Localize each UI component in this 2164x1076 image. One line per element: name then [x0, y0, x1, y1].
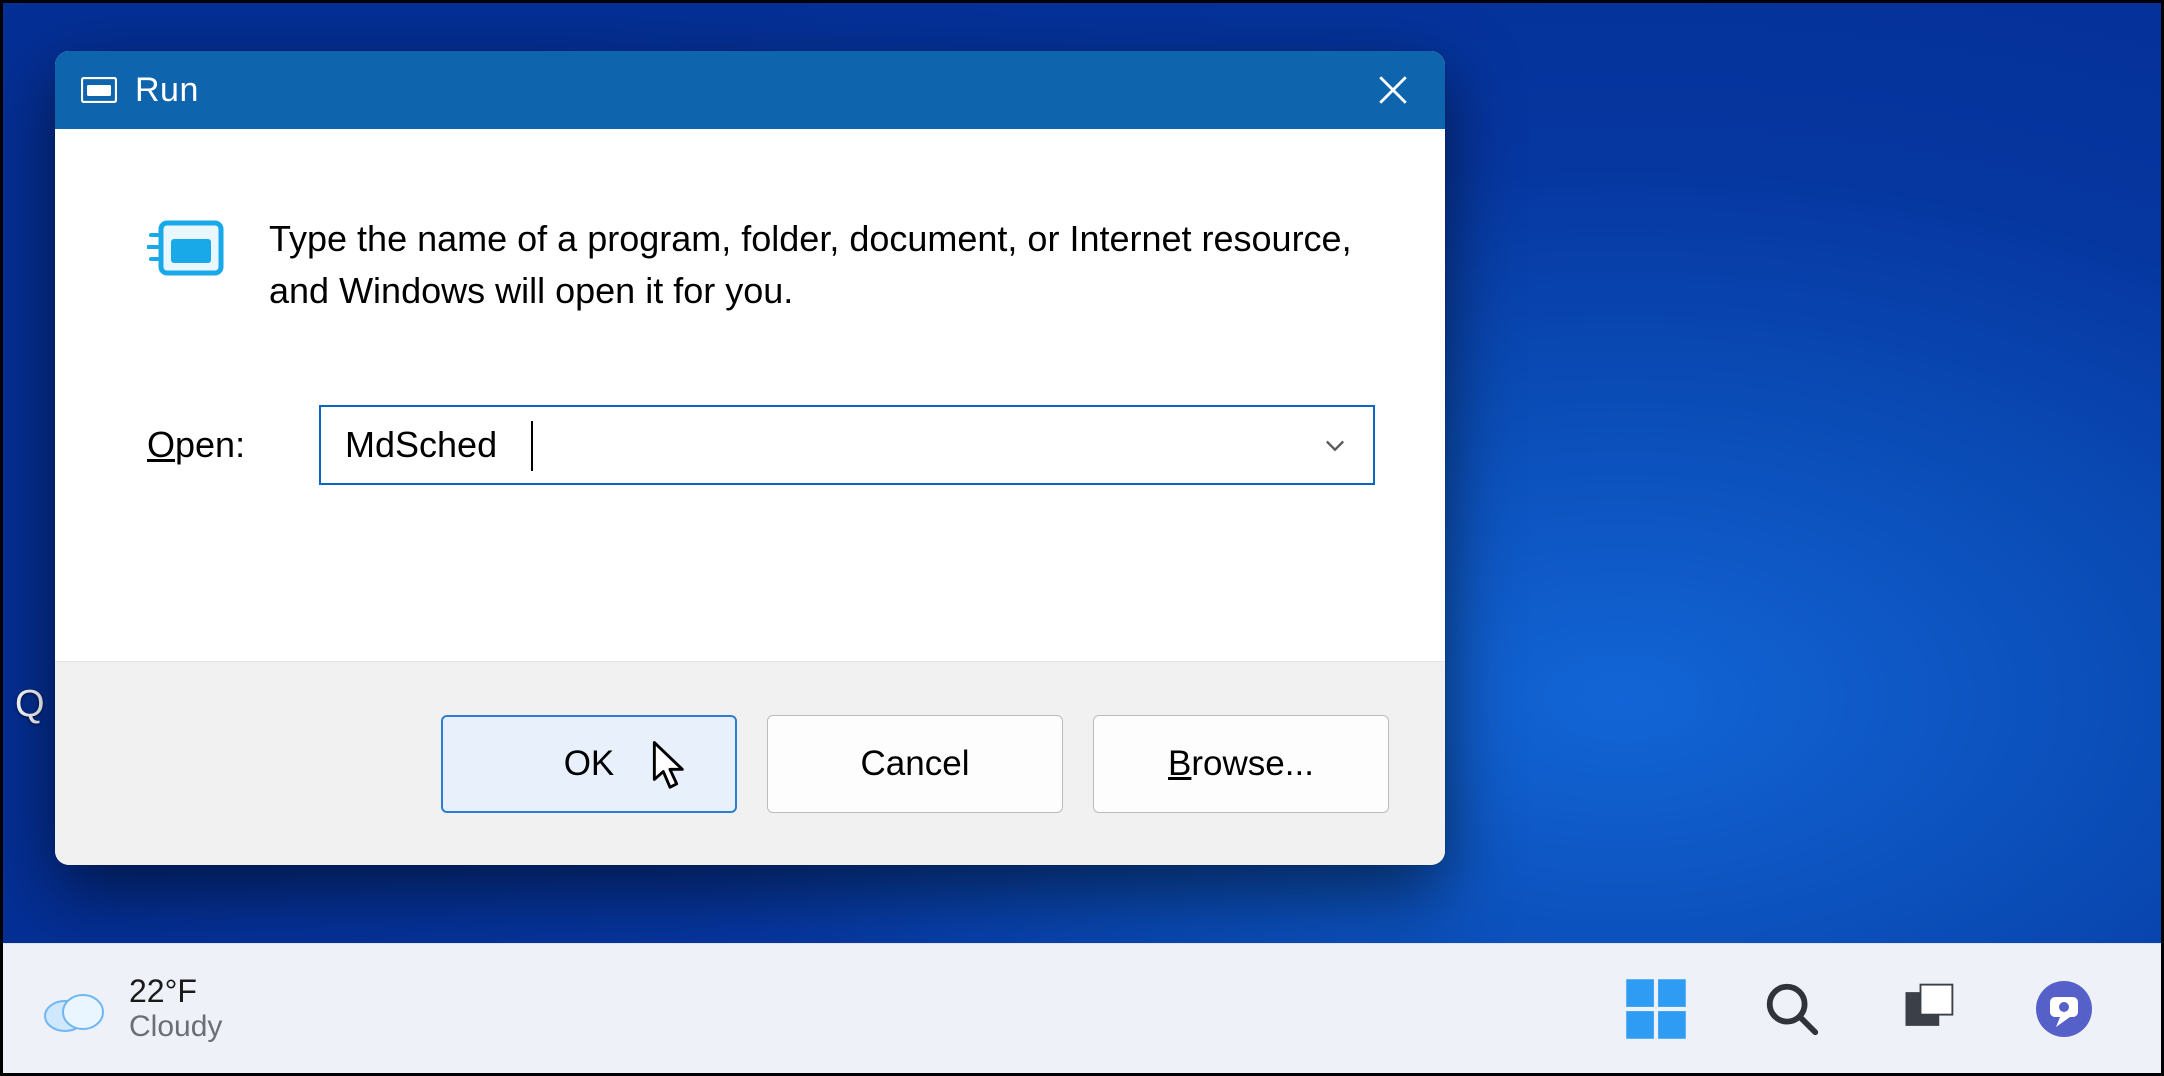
- weather-cloud-icon: [39, 982, 107, 1034]
- taskbar: 22°F Cloudy: [3, 943, 2161, 1073]
- desktop-wallpaper: Q Run: [3, 3, 2161, 1073]
- weather-temperature: 22°F: [129, 974, 222, 1010]
- ok-button[interactable]: OK: [441, 715, 737, 813]
- task-view-button[interactable]: [1889, 970, 1967, 1048]
- cursor-icon: [651, 739, 689, 802]
- dialog-title: Run: [135, 71, 1363, 110]
- dialog-hint-text: Type the name of a program, folder, docu…: [269, 213, 1375, 317]
- dialog-button-bar: OK Cancel Browse...: [55, 661, 1445, 865]
- desktop-icon-label-fragment: Q: [15, 683, 45, 726]
- close-button[interactable]: [1363, 60, 1423, 120]
- browse-button[interactable]: Browse...: [1093, 715, 1389, 813]
- open-input[interactable]: [345, 424, 1315, 466]
- chat-button[interactable]: [2025, 970, 2103, 1048]
- run-titlebar-icon: [81, 77, 117, 103]
- dialog-body: Type the name of a program, folder, docu…: [55, 129, 1445, 661]
- weather-widget[interactable]: 22°F Cloudy: [39, 974, 222, 1043]
- weather-condition: Cloudy: [129, 1010, 222, 1044]
- run-icon: [147, 217, 225, 286]
- run-dialog: Run Type the name of a program, folder, …: [55, 51, 1445, 865]
- start-button[interactable]: [1617, 970, 1695, 1048]
- open-combobox[interactable]: [319, 405, 1375, 485]
- open-label: Open:: [147, 424, 319, 466]
- text-caret: [531, 421, 533, 471]
- cancel-button[interactable]: Cancel: [767, 715, 1063, 813]
- search-button[interactable]: [1753, 970, 1831, 1048]
- chevron-down-icon[interactable]: [1315, 425, 1355, 465]
- titlebar[interactable]: Run: [55, 51, 1445, 129]
